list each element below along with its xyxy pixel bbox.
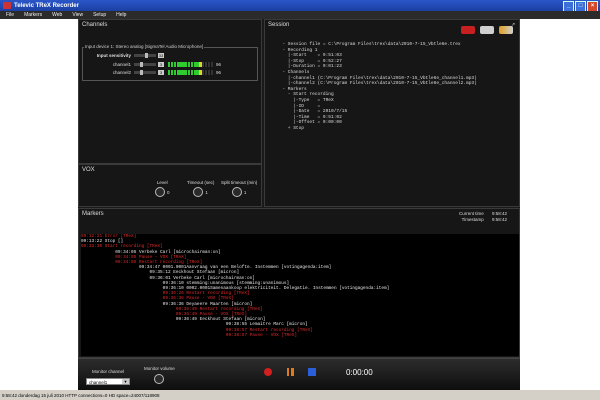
menu-bar: File Markers Web View Setup Help xyxy=(0,11,600,19)
channel1-row: channel1 3 96 xyxy=(83,61,221,67)
input-device-label: Input device 1: Stereo analog [SigmaTel … xyxy=(84,44,205,49)
right-margin xyxy=(520,19,600,390)
recording-clock: 0:00:00 xyxy=(346,368,373,377)
input-device-group: Input device 1: Stereo analog [SigmaTel … xyxy=(82,44,258,81)
marker-log[interactable]: 09:12:21 Error [TReX] 09:13:22 Stop [] 09:… xyxy=(81,234,519,356)
slider-thumb[interactable] xyxy=(139,69,143,75)
vox-level-label: Level xyxy=(156,180,168,185)
control-bar: Monitor channel channel1 ▼ Monitor volum… xyxy=(78,358,520,390)
menu-web[interactable]: Web xyxy=(52,12,62,18)
channel1-level-meter xyxy=(168,61,213,67)
input-sensitivity-value[interactable]: 33 xyxy=(158,52,164,58)
vox-timeout-value: 1 xyxy=(205,189,208,195)
meter-segment xyxy=(210,69,213,75)
pause-button[interactable] xyxy=(286,368,294,376)
menu-help[interactable]: Help xyxy=(116,12,126,18)
vox-split-timeout-value: 1 xyxy=(243,189,247,195)
input-sensitivity-row: Input sensitivity 33 xyxy=(83,52,164,58)
channel2-slider[interactable] xyxy=(134,69,156,75)
vox-level-control: Level 0 xyxy=(155,180,170,197)
channel1-value[interactable]: 3 xyxy=(158,61,164,67)
slider-thumb[interactable] xyxy=(145,52,149,58)
session-panel: Session ↗ - Session file = C:\Program Fi… xyxy=(264,19,520,207)
channel1-meter-value: 96 xyxy=(216,61,222,67)
monitor-volume-knob-icon[interactable] xyxy=(154,374,164,384)
channel2-value[interactable]: 3 xyxy=(158,69,164,75)
channel2-level-meter xyxy=(168,69,213,75)
vox-title: VOX xyxy=(82,167,95,173)
chevron-down-icon[interactable]: ▼ xyxy=(122,379,129,384)
channel2-row: channel2 3 96 xyxy=(83,69,221,75)
monitor-channel-select[interactable]: channel1 ▼ xyxy=(86,378,130,385)
timestamp-label: Timestamp xyxy=(461,217,484,222)
input-sensitivity-label: Input sensitivity xyxy=(96,52,131,58)
channel1-label: channel1 xyxy=(112,61,131,67)
record-button[interactable] xyxy=(264,368,272,376)
channels-panel: Channels Input device 1: Stereo analog [… xyxy=(78,19,262,164)
channels-title: Channels xyxy=(82,22,108,28)
session-tree-node[interactable]: |-channel2 (C:\Program Files\trex\data\2… xyxy=(277,81,477,87)
knob-icon[interactable] xyxy=(231,187,242,197)
scissors-icon[interactable] xyxy=(461,26,475,34)
current-time-label: Current time xyxy=(458,211,484,216)
channel2-meter-value: 96 xyxy=(216,69,222,75)
slider-thumb[interactable] xyxy=(139,61,143,67)
vox-split-timeout-label: Split timeout (min) xyxy=(221,180,258,185)
transport-controls xyxy=(264,368,316,376)
stop-button[interactable] xyxy=(308,368,316,376)
status-text: 9:58:42 donderdag 15 juli 2010 HTTP conn… xyxy=(2,392,160,398)
vox-level-value: 0 xyxy=(167,189,170,195)
time-readout: Current time 9:58:42 Timestamp 9:58:42 xyxy=(459,211,507,223)
session-tree-node[interactable]: + Stop xyxy=(277,126,477,132)
markers-title: Markers xyxy=(82,211,104,217)
app-icon xyxy=(3,2,11,9)
input-sensitivity-slider[interactable] xyxy=(134,52,156,58)
session-title: Session xyxy=(268,22,290,28)
vox-timeout-control: Timeout (sec) 1 xyxy=(187,180,214,197)
window-title: Televic TReX Recorder xyxy=(14,2,79,9)
vox-timeout-label: Timeout (sec) xyxy=(187,180,215,185)
menu-file[interactable]: File xyxy=(6,12,14,18)
vox-split-timeout-control: Split timeout (min) 1 xyxy=(221,180,257,197)
status-bar: 9:58:42 donderdag 15 juli 2010 HTTP conn… xyxy=(0,390,600,400)
session-toolbar xyxy=(461,26,513,34)
menu-setup[interactable]: Setup xyxy=(93,12,106,18)
meter-segment xyxy=(210,61,213,67)
channel2-label: channel2 xyxy=(112,69,131,75)
left-margin xyxy=(0,19,78,390)
monitor-channel-value: channel1 xyxy=(89,380,108,385)
session-tree-node[interactable]: - Session file = C:\Program Files\trex\d… xyxy=(277,42,477,48)
monitor-volume-label: Monitor volume xyxy=(144,366,175,371)
menu-markers[interactable]: Markers xyxy=(24,12,42,18)
markers-panel: Markers Current time 9:58:42 Timestamp 9… xyxy=(78,208,520,358)
monitor-channel-label: Monitor channel xyxy=(92,369,125,374)
marker-log-line: 09:38:57 Pause - VOX [TReX] xyxy=(81,332,298,338)
vox-panel: VOX Level 0 Timeout (sec) 1 Split timeou… xyxy=(78,164,262,207)
knob-icon[interactable] xyxy=(193,187,204,197)
knob-icon[interactable] xyxy=(155,187,165,197)
title-bar: Televic TReX Recorder _ □ × xyxy=(0,0,600,12)
channel1-slider[interactable] xyxy=(134,61,156,67)
session-tree: - Session file = C:\Program Files\trex\d… xyxy=(277,42,477,132)
timestamp-value: 9:58:42 xyxy=(491,217,507,222)
cable-icon[interactable] xyxy=(480,26,494,34)
menu-view[interactable]: View xyxy=(72,12,83,18)
wand-icon[interactable] xyxy=(499,26,513,34)
